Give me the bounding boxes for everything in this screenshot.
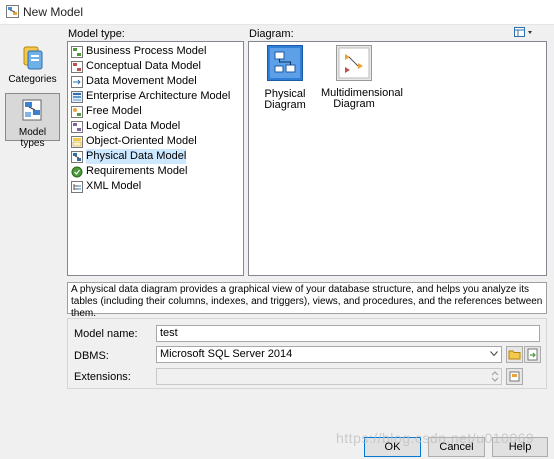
list-item-label: Business Process Model bbox=[86, 45, 207, 57]
list-item-logical-data-model[interactable]: Logical Data Model bbox=[69, 119, 243, 134]
window-title: New Model bbox=[23, 5, 84, 19]
diagram-item-label: Multidimensional Diagram bbox=[321, 87, 403, 110]
diagram-item-physical[interactable]: Physical Diagram bbox=[252, 45, 318, 111]
list-item-object-oriented-model[interactable]: Object-Oriented Model bbox=[69, 134, 243, 149]
model-type-list[interactable]: Business Process Model Conceptual Data M… bbox=[67, 41, 244, 276]
sidebar-item-label: Model types bbox=[18, 127, 47, 149]
open-dbms-button[interactable] bbox=[506, 346, 523, 363]
data-movement-icon bbox=[71, 75, 83, 88]
list-item-label: Physical Data Model bbox=[86, 149, 187, 164]
business-process-icon bbox=[71, 45, 83, 58]
model-type-heading: Model type: bbox=[68, 28, 125, 40]
view-mode-button[interactable] bbox=[514, 26, 534, 38]
multidimensional-diagram-icon bbox=[336, 45, 372, 81]
list-item-label: Requirements Model bbox=[86, 165, 188, 177]
diagram-item-multidimensional[interactable]: Multidimensional Diagram bbox=[321, 45, 403, 110]
list-item-label: Logical Data Model bbox=[86, 120, 181, 132]
extensions-spinner-icon bbox=[491, 371, 499, 382]
list-item-free-model[interactable]: Free Model bbox=[69, 104, 243, 119]
categories-icon bbox=[23, 46, 42, 70]
enterprise-architecture-icon bbox=[71, 90, 83, 103]
diagram-list[interactable]: Physical Diagram Multidimensional Diagra… bbox=[248, 41, 547, 276]
sidebar-item-model-types[interactable]: Model types bbox=[5, 93, 60, 149]
free-model-icon bbox=[71, 105, 83, 118]
diagram-item-label: Physical Diagram bbox=[264, 88, 306, 111]
list-item-data-movement-model[interactable]: Data Movement Model bbox=[69, 74, 243, 89]
list-item-label: Object-Oriented Model bbox=[86, 135, 197, 147]
model-description: A physical data diagram provides a graph… bbox=[67, 282, 547, 319]
dbms-selected-value: Microsoft SQL Server 2014 bbox=[160, 348, 293, 360]
extensions-label: Extensions: bbox=[74, 371, 131, 383]
object-oriented-icon bbox=[71, 135, 83, 148]
diagram-heading: Diagram: bbox=[249, 28, 294, 40]
dbms-select[interactable]: Microsoft SQL Server 2014 bbox=[156, 346, 502, 363]
list-item-label: Data Movement Model bbox=[86, 75, 197, 87]
view-mode-icon bbox=[514, 27, 532, 37]
import-dbms-button[interactable] bbox=[524, 346, 541, 363]
model-name-label: Model name: bbox=[74, 328, 138, 340]
physical-data-icon bbox=[71, 150, 83, 163]
folder-icon bbox=[508, 350, 521, 360]
xml-model-icon bbox=[71, 180, 83, 193]
list-item-label: XML Model bbox=[86, 180, 142, 192]
extensions-input[interactable] bbox=[156, 368, 502, 385]
list-item-label: Conceptual Data Model bbox=[86, 60, 201, 72]
extensions-icon bbox=[509, 371, 520, 382]
app-icon bbox=[6, 5, 19, 18]
select-extensions-button[interactable] bbox=[506, 368, 523, 385]
sidebar-item-categories[interactable]: Categories bbox=[5, 40, 60, 88]
sidebar-item-label: Categories bbox=[8, 74, 57, 85]
title-bar: New Model bbox=[0, 0, 554, 25]
watermark: https://blog.csdn.net/u010069 bbox=[336, 430, 535, 446]
dbms-label: DBMS: bbox=[74, 350, 109, 362]
list-item-business-process-model[interactable]: Business Process Model bbox=[69, 44, 243, 59]
list-item-xml-model[interactable]: XML Model bbox=[69, 179, 243, 194]
list-item-label: Free Model bbox=[86, 105, 142, 117]
conceptual-data-icon bbox=[71, 60, 83, 73]
import-icon bbox=[527, 348, 538, 361]
model-name-input[interactable]: test bbox=[156, 325, 540, 342]
list-item-requirements-model[interactable]: Requirements Model bbox=[69, 164, 243, 179]
requirements-icon bbox=[71, 166, 83, 177]
list-item-label: Enterprise Architecture Model bbox=[86, 90, 231, 102]
model-types-icon bbox=[22, 99, 41, 121]
logical-data-icon bbox=[71, 120, 83, 133]
chevron-down-icon bbox=[490, 351, 498, 357]
physical-diagram-icon bbox=[267, 45, 303, 81]
list-item-conceptual-data-model[interactable]: Conceptual Data Model bbox=[69, 59, 243, 74]
list-item-physical-data-model[interactable]: Physical Data Model bbox=[69, 149, 243, 164]
list-item-enterprise-architecture-model[interactable]: Enterprise Architecture Model bbox=[69, 89, 243, 104]
